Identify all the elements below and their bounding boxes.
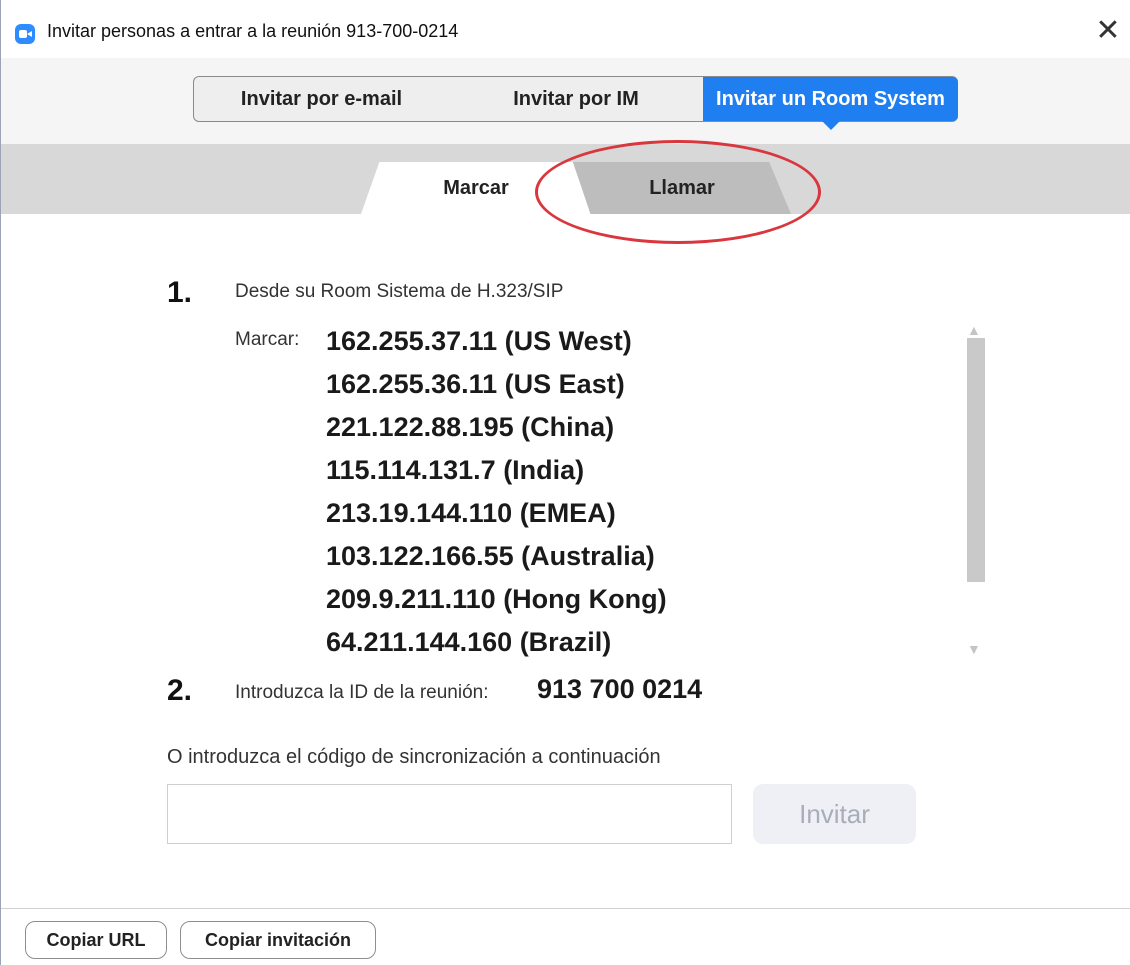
scroll-down-arrow-icon[interactable]: ▼ [967,641,981,657]
step-2-instruction: Introduzca la ID de la reunión: [235,682,489,703]
step-2-number: 2. [167,674,193,707]
dial-address-item: 64.211.144.160 (Brazil) [326,627,612,657]
dial-address-item: 162.255.37.11 (US West) [326,326,632,356]
dial-address-item: 209.9.211.110 (Hong Kong) [326,584,667,614]
step-1-number: 1. [167,276,193,309]
dial-address-item: 162.255.36.11 (US East) [326,369,625,399]
room-system-subtabs: Marcar Llamar [1,144,1130,214]
subtab-call[interactable]: Llamar [573,162,791,214]
copy-url-button[interactable]: Copiar URL [25,921,167,959]
meeting-id-value: 913 700 0214 [537,674,703,704]
zoom-camera-icon [15,24,35,44]
dial-address-item: 221.122.88.195 (China) [326,412,615,442]
tab-invite-email[interactable]: Invitar por e-mail [194,77,449,121]
window-title: Invitar personas a entrar a la reunión 9… [47,21,459,41]
sync-code-label: O introduzca el código de sincronización… [167,746,661,768]
title-bar: Invitar personas a entrar a la reunión 9… [1,0,1130,58]
footer-divider [1,908,1130,909]
invite-dialog: Invitar personas a entrar a la reunión 9… [0,0,1130,965]
dial-address-item: 115.114.131.7 (India) [326,455,585,485]
subtab-dial[interactable]: Marcar [361,162,591,214]
close-icon[interactable]: ✕ [1091,14,1125,48]
dial-label: Marcar: [235,329,300,350]
selected-tab-caret-icon [821,121,840,130]
invite-button[interactable]: Invitar [753,784,916,844]
tab-invite-room-system[interactable]: Invitar un Room System [703,77,958,130]
scrollbar-thumb[interactable] [967,338,985,582]
tab-invite-room-system-label: Invitar un Room System [716,87,945,110]
invite-method-header: Invitar por e-mail Invitar por IM Invita… [1,58,1130,144]
dial-address-item: 213.19.144.110 (EMEA) [326,498,616,528]
invite-method-tabs: Invitar por e-mail Invitar por IM Invita… [193,76,958,130]
dial-address-item: 103.122.166.55 (Australia) [326,541,655,571]
sync-code-input[interactable] [167,784,732,844]
copy-invitation-button[interactable]: Copiar invitación [180,921,376,959]
step-1-instruction: Desde su Room Sistema de H.323/SIP [235,281,564,302]
tab-invite-im[interactable]: Invitar por IM [449,77,703,121]
scroll-up-arrow-icon[interactable]: ▲ [967,322,981,338]
dial-address-list: 162.255.37.11 (US West) 162.255.36.11 (U… [326,322,667,666]
